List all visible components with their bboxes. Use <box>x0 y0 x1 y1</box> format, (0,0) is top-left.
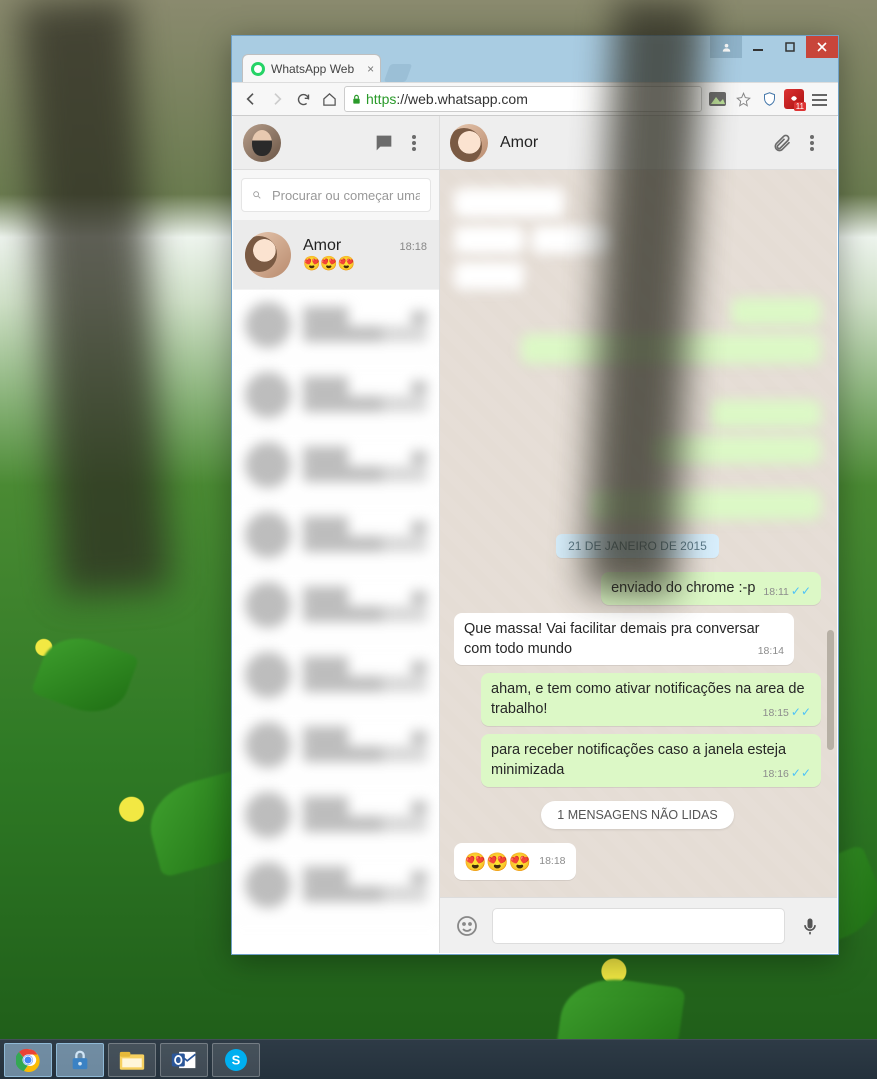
taskbar-explorer[interactable] <box>108 1043 156 1077</box>
taskbar[interactable]: S <box>0 1039 877 1079</box>
my-avatar[interactable] <box>243 124 281 162</box>
scrollbar-thumb[interactable] <box>827 630 834 750</box>
tab-whatsapp[interactable]: WhatsApp Web × <box>242 54 381 82</box>
message-in[interactable]: 😍😍😍 18:18 <box>454 843 576 881</box>
left-panel: Procurar ou começar uma nova conversa Am… <box>233 116 440 953</box>
search-icon <box>252 187 262 203</box>
message-in[interactable]: Que massa! Vai facilitar demais pra conv… <box>454 613 794 665</box>
tab-close-icon[interactable]: × <box>367 62 374 76</box>
emoji-icon[interactable] <box>452 911 482 941</box>
chat-list[interactable]: Amor 18:18 😍😍😍 ██████████████ ██████████… <box>233 220 439 953</box>
taskbar-lock[interactable] <box>56 1043 104 1077</box>
address-bar[interactable]: https ://web.whatsapp.com <box>344 86 702 112</box>
chat-item-title: Amor <box>303 237 341 255</box>
chat-item-blurred[interactable]: ██████████████ <box>233 570 439 640</box>
message-time: 18:14 <box>758 644 784 658</box>
whatsapp-icon <box>251 62 265 76</box>
chat-menu-icon[interactable] <box>797 128 827 158</box>
message-time: 18:18 <box>539 854 565 868</box>
message-text: aham, e tem como ativar notificações na … <box>491 681 805 717</box>
chat-item-blurred[interactable]: ██████████████ <box>233 850 439 920</box>
svg-text:S: S <box>232 1052 241 1067</box>
read-tick-icon: ✓✓ <box>791 766 811 780</box>
search-bar: Procurar ou começar uma nova conversa <box>233 170 439 220</box>
attach-icon[interactable] <box>767 128 797 158</box>
chat-avatar <box>245 232 291 278</box>
taskbar-chrome[interactable] <box>4 1043 52 1077</box>
message-time: 18:16✓✓ <box>763 765 811 781</box>
lock-icon <box>351 93 362 106</box>
read-tick-icon: ✓✓ <box>791 584 811 598</box>
composer <box>440 897 837 953</box>
chat-item-preview: 😍😍😍 <box>303 255 427 272</box>
message-text: enviado do chrome :-p <box>611 580 755 596</box>
message-time: 18:15✓✓ <box>763 704 811 720</box>
window-maximize-button[interactable] <box>774 36 806 58</box>
left-panel-header <box>233 116 439 170</box>
window-close-button[interactable] <box>806 36 838 58</box>
new-chat-icon[interactable] <box>369 128 399 158</box>
message-text: Que massa! Vai facilitar demais pra conv… <box>464 621 760 657</box>
browser-window: WhatsApp Web × https ://web.whatsapp.com… <box>231 35 839 955</box>
back-button[interactable] <box>240 88 262 110</box>
search-input[interactable]: Procurar ou começar uma nova conversa <box>241 178 431 212</box>
mic-icon[interactable] <box>795 911 825 941</box>
taskbar-skype[interactable]: S <box>212 1043 260 1077</box>
right-panel: Amor 21 DE JANEIRO DE 2015 enviado do ch… <box>440 116 837 953</box>
message-text: para receber notificações caso a janela … <box>491 742 786 778</box>
search-placeholder: Procurar ou começar uma nova conversa <box>272 188 420 203</box>
message-out[interactable]: para receber notificações caso a janela … <box>481 734 821 787</box>
forward-button[interactable] <box>266 88 288 110</box>
chat-item-blurred[interactable]: ██████████████ <box>233 360 439 430</box>
window-user-button[interactable] <box>710 36 742 58</box>
window-minimize-button[interactable] <box>742 36 774 58</box>
chat-item-blurred[interactable]: ██████████████ <box>233 780 439 850</box>
whatsapp-app: Procurar ou começar uma nova conversa Am… <box>233 116 837 953</box>
extension-badge-count: 11 <box>794 102 806 111</box>
reload-button[interactable] <box>292 88 314 110</box>
home-button[interactable] <box>318 88 340 110</box>
tab-title: WhatsApp Web <box>271 62 354 76</box>
unread-separator: 1 MENSAGENS NÃO LIDAS <box>541 801 733 829</box>
window-titlebar[interactable] <box>232 36 838 50</box>
contact-avatar[interactable] <box>450 124 488 162</box>
chat-item-blurred[interactable]: ██████████████ <box>233 640 439 710</box>
chat-header[interactable]: Amor <box>440 116 837 170</box>
new-tab-button[interactable] <box>384 64 413 82</box>
taskbar-outlook[interactable] <box>160 1043 208 1077</box>
browser-toolbar: https ://web.whatsapp.com 11 <box>232 82 838 116</box>
chat-item-blurred[interactable]: ██████████████ <box>233 710 439 780</box>
chat-item-time: 18:18 <box>399 241 427 253</box>
chat-item-blurred[interactable]: ██████████████ <box>233 500 439 570</box>
chat-item-amor[interactable]: Amor 18:18 😍😍😍 <box>233 220 439 290</box>
message-text: 😍😍😍 <box>464 852 531 872</box>
read-tick-icon: ✓✓ <box>791 705 811 719</box>
url-scheme: https <box>366 91 396 107</box>
message-out[interactable]: aham, e tem como ativar notificações na … <box>481 673 821 726</box>
bookmark-star-icon[interactable] <box>732 88 754 110</box>
chrome-menu-button[interactable] <box>808 88 830 110</box>
message-out[interactable]: enviado do chrome :-p 18:11✓✓ <box>601 572 821 605</box>
chat-item-blurred[interactable]: ██████████████ <box>233 290 439 360</box>
url-host: ://web.whatsapp.com <box>396 91 528 107</box>
message-list[interactable]: 21 DE JANEIRO DE 2015 enviado do chrome … <box>440 170 837 897</box>
extension-shield-icon[interactable] <box>758 88 780 110</box>
date-separator: 21 DE JANEIRO DE 2015 <box>556 534 719 558</box>
message-time: 18:11✓✓ <box>763 583 811 599</box>
chat-item-blurred[interactable]: ██████████████ <box>233 430 439 500</box>
left-menu-icon[interactable] <box>399 128 429 158</box>
extension-badge-icon[interactable]: 11 <box>784 89 804 109</box>
message-input[interactable] <box>492 908 785 944</box>
picture-icon[interactable] <box>706 88 728 110</box>
contact-name: Amor <box>500 134 538 152</box>
